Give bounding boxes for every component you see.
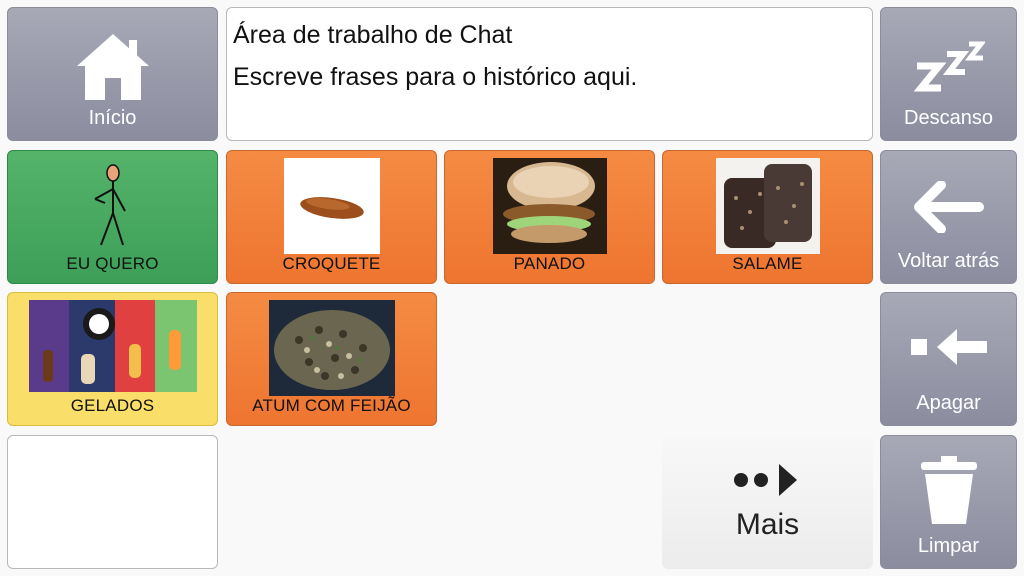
panado-image: [492, 158, 607, 254]
symbol-gelados[interactable]: GELADOS: [7, 292, 218, 426]
rest-button[interactable]: Descanso: [880, 7, 1017, 141]
person-wanting-icon: [94, 164, 126, 246]
croquete-image: [283, 158, 380, 254]
symbol-salame[interactable]: SALAME: [662, 150, 873, 284]
home-label: Início: [88, 107, 137, 129]
rest-label: Descanso: [904, 107, 993, 129]
more-button[interactable]: Mais: [662, 435, 873, 569]
delete-button[interactable]: Apagar: [880, 292, 1017, 426]
chat-workspace[interactable]: Área de trabalho de Chat Escreve frases …: [226, 7, 873, 141]
arrow-left-icon: [913, 181, 984, 233]
symbol-label: ATUM COM FEIJÃO: [252, 396, 411, 415]
back-label: Voltar atrás: [897, 250, 1000, 272]
symbol-label: SALAME: [732, 254, 803, 273]
symbol-panado[interactable]: PANADO: [444, 150, 655, 284]
symbol-label: GELADOS: [70, 396, 155, 415]
symbol-eu-quero[interactable]: EU QUERO: [7, 150, 218, 284]
more-label: Mais: [735, 508, 800, 541]
symbol-croquete[interactable]: CROQUETE: [226, 150, 437, 284]
home-button[interactable]: Início: [7, 7, 218, 141]
backspace-icon: [910, 329, 987, 365]
chat-line-1: Área de trabalho de Chat: [233, 21, 513, 49]
salame-image: [715, 158, 820, 254]
sleep-zzz-icon: [913, 41, 985, 92]
atum-com-feijao-image: [268, 300, 395, 396]
clear-label: Limpar: [917, 535, 980, 557]
more-arrow-icon: [733, 464, 797, 496]
gelados-image: [28, 300, 197, 392]
symbol-label: EU QUERO: [66, 254, 159, 273]
empty-cell[interactable]: [7, 435, 218, 569]
chat-line-2: Escreve frases para o histórico aqui.: [233, 63, 638, 91]
delete-label: Apagar: [916, 392, 981, 414]
clear-button[interactable]: Limpar: [880, 435, 1017, 569]
symbol-label: CROQUETE: [282, 254, 381, 273]
home-icon: [76, 34, 149, 100]
symbol-label: PANADO: [513, 254, 586, 273]
symbol-atum-com-feijao[interactable]: ATUM COM FEIJÃO: [226, 292, 437, 426]
back-button[interactable]: Voltar atrás: [880, 150, 1017, 284]
trash-icon: [920, 456, 977, 524]
